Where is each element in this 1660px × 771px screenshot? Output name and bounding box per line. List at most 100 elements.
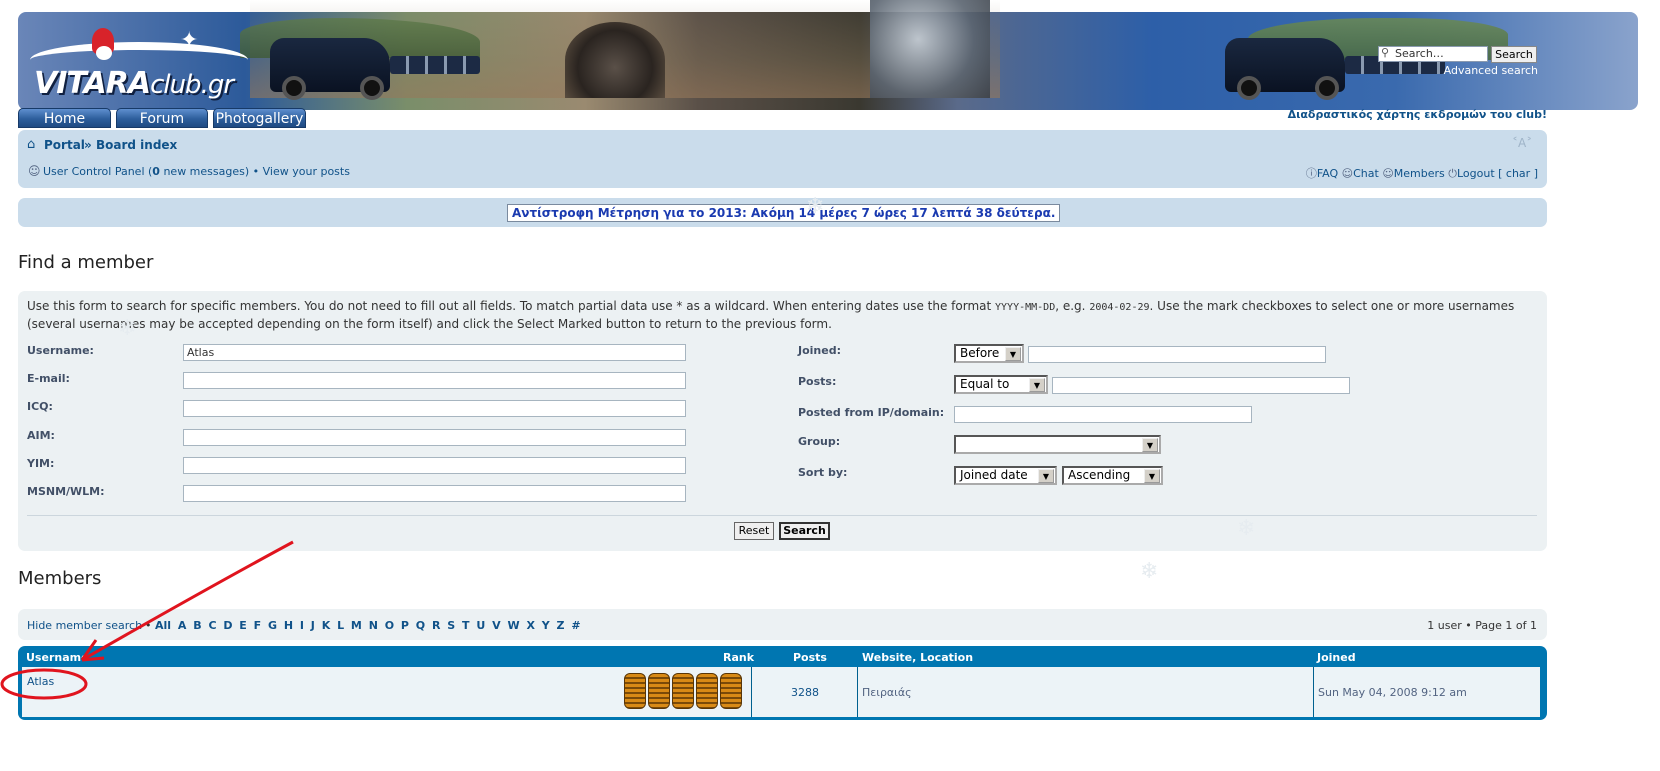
column-divider [857,667,858,717]
chat-link[interactable]: Chat [1353,167,1379,180]
sort-label: Sort by: [798,466,848,479]
desc-text-2: , e.g. [1055,299,1090,313]
header-search-button[interactable]: Search [1491,46,1537,63]
dropdown-arrow-icon: ▼ [1005,347,1021,361]
column-divider [751,667,752,717]
faq-link[interactable]: FAQ [1317,167,1338,180]
username-input[interactable]: Atlas [183,344,686,361]
member-posts-link[interactable]: 3288 [780,686,830,699]
joined-comparator-value: Before [960,346,1000,360]
reset-button[interactable]: Reset [734,522,774,540]
countdown-text: Αντίστροφη Μέτρηση για το 2013: Ακόμη 14… [507,204,1061,222]
tires-rank-icon [696,673,718,709]
advanced-search-link[interactable]: Advanced search [1378,64,1538,77]
ip-input[interactable] [954,406,1252,423]
red-annotation-circle [0,668,88,700]
logo-suffix-text: club.gr [150,70,234,100]
faq-icon: ⓘ [1305,167,1317,180]
msnm-input[interactable] [183,485,686,502]
posts-comparator-select[interactable]: Equal to ▼ [954,375,1048,394]
logo-text: VITARAclub.gr [34,66,234,101]
font-size-icon[interactable]: ˂A˃ [1512,136,1532,150]
sort-key-select[interactable]: Joined date ▼ [954,466,1057,485]
aim-input[interactable] [183,429,686,446]
santa-beard-icon [96,46,112,60]
column-header-website[interactable]: Website, Location [862,651,973,664]
members-link[interactable]: Members [1394,167,1445,180]
ip-label: Posted from IP/domain: [798,406,945,419]
font-size-letter: A [1518,136,1527,150]
column-header-joined[interactable]: Joined [1317,651,1356,664]
breadcrumb-board-index[interactable]: Board index [96,138,177,152]
find-member-title: Find a member [18,252,154,273]
yim-input[interactable] [183,457,686,474]
nav-home-button[interactable]: Home [18,108,111,128]
banner-photo-suv-wheel [360,76,384,100]
logout-icon: ⏻ [1448,167,1457,180]
divider [27,515,1537,516]
member-joined-date: Sun May 04, 2008 9:12 am [1318,686,1467,699]
site-logo[interactable]: ✦ VITARAclub.gr [30,18,250,101]
home-icon: ⌂ [27,137,36,152]
header-search-input[interactable]: Search… [1378,46,1488,62]
bullet-separator: • [252,165,260,178]
sort-key-value: Joined date [960,468,1028,482]
banner-photo-convoy [390,56,480,74]
find-member-description: Use this form to search for specific mem… [27,298,1537,332]
top-links: ⓘFAQ ☺Chat ☺Members ⏻Logout [ char ] [1200,165,1538,181]
desc-date-example: 2004-02-29 [1089,302,1150,313]
joined-comparator-select[interactable]: Before ▼ [954,344,1024,363]
logo-main-text: VITARA [34,66,151,101]
snowflake-icon: ❄ [118,316,137,341]
desc-date-format: YYYY-MM-DD [995,302,1056,313]
icq-label: ICQ: [27,400,53,413]
logout-link[interactable]: Logout [ char ] [1457,167,1538,180]
snowflake-icon: ❄ [1237,516,1256,541]
nav-forum-button[interactable]: Forum [116,108,208,128]
nav-photogallery-button[interactable]: Photogallery [213,108,306,128]
aim-label: AIM: [27,429,55,442]
dropdown-arrow-icon: ▼ [1142,438,1158,452]
view-posts-link[interactable]: View your posts [263,165,350,178]
posts-comparator-value: Equal to [960,377,1010,391]
joined-label: Joined: [798,344,841,357]
yim-label: YIM: [27,457,55,470]
dropdown-arrow-icon: ▼ [1029,378,1045,392]
breadcrumb-portal[interactable]: Portal [44,138,85,152]
column-header-posts[interactable]: Posts [793,651,827,664]
sort-direction-value: Ascending [1068,468,1131,482]
breadcrumb-separator: » [84,138,92,152]
ucp-prefix: User Control Panel ( [43,165,153,178]
trip-map-link[interactable]: Διαδραστικός χάρτης εκδρομών του club! [1200,108,1547,121]
posts-label: Posts: [798,375,837,388]
members-icon: ☺ [1382,167,1394,180]
user-control-panel-line: User Control Panel (0 new messages) • Vi… [43,165,350,178]
magnifier-icon: ⚲ [1381,46,1390,59]
ucp-suffix: new messages) [159,165,250,178]
column-header-rank[interactable]: Rank [723,651,754,664]
msnm-label: MSNM/WLM: [27,485,105,498]
member-location: Πειραιάς [862,686,912,699]
snowflake-icon: ❄ [1140,559,1159,584]
group-select[interactable]: ▼ [954,435,1161,454]
posts-count-input[interactable] [1052,377,1350,394]
email-input[interactable] [183,372,686,389]
dropdown-arrow-icon: ▼ [1144,469,1160,483]
dropdown-arrow-icon: ▼ [1038,469,1054,483]
star-icon: ✦ [180,28,199,53]
tires-rank-icon [648,673,670,709]
banner-photo-suv-wheel [282,76,306,100]
joined-date-input[interactable] [1028,346,1326,363]
search-button[interactable]: Search [779,522,830,540]
banner-photo-suv-wheel [1237,76,1261,100]
ucp-link[interactable]: User Control Panel (0 new messages) [43,165,249,178]
email-label: E-mail: [27,372,70,385]
group-label: Group: [798,435,841,448]
new-messages-count: 0 [152,165,160,178]
pagination-info: 1 user • Page 1 of 1 [1427,619,1537,632]
sort-direction-select[interactable]: Ascending ▼ [1062,466,1163,485]
banner-photo-suspension [870,0,990,98]
user-icon: ☺ [28,164,41,178]
icq-input[interactable] [183,400,686,417]
tires-rank-icon [720,673,742,709]
